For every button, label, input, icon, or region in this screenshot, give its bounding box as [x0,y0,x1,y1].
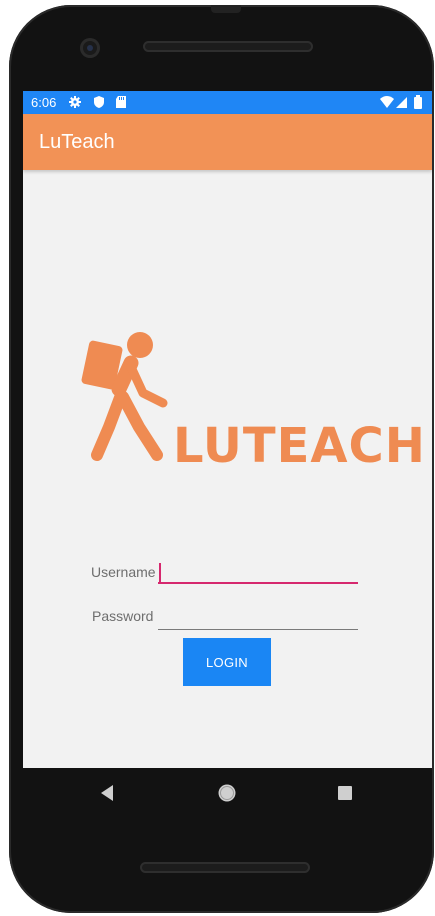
username-label: Username [91,564,156,580]
battery-icon [414,95,422,109]
bottom-speaker [140,862,310,873]
username-input[interactable] [158,562,358,584]
status-bar: 6:06 [23,91,432,114]
settings-icon [69,96,81,108]
text-cursor [159,563,161,583]
wifi-icon [380,96,394,108]
front-camera [80,38,100,58]
login-button[interactable]: LOGIN [183,638,271,686]
password-input[interactable] [158,608,358,630]
sd-card-icon [116,96,126,108]
phone-notch [211,5,241,13]
app-title: LuTeach [39,131,115,153]
username-underline [158,582,358,584]
home-icon[interactable] [216,782,238,804]
status-time: 6:06 [31,95,57,110]
back-icon[interactable] [97,782,119,804]
recents-icon[interactable] [334,782,356,804]
earpiece-speaker [143,41,313,52]
logo-text: LUTEACH [173,418,426,474]
shield-icon [94,96,104,108]
app-screen: 6:06 LuTeach LUTEACH Username Password L… [23,91,432,768]
password-underline [158,629,358,630]
navigation-bar [0,768,435,816]
app-bar: LuTeach [23,114,432,170]
signal-icon [396,97,407,108]
password-label: Password [92,608,154,624]
